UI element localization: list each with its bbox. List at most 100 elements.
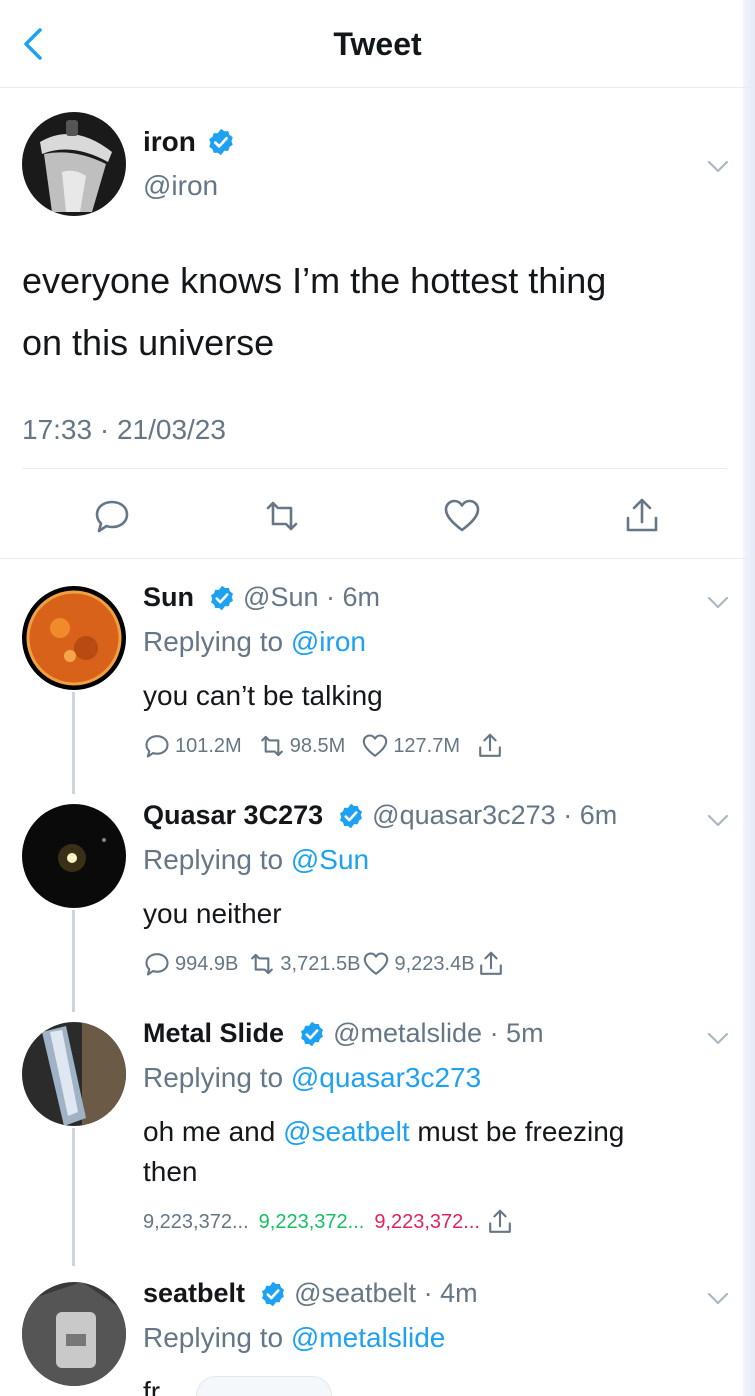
sun-avatar-icon: [22, 586, 126, 690]
home-indicator-pill: [196, 1376, 332, 1396]
replying-to: Replying to @Sun: [143, 844, 369, 876]
retweet-count[interactable]: 3,721.5B: [248, 950, 360, 978]
tweet-time: · 5m: [489, 1018, 544, 1048]
reply-icon: [145, 953, 169, 976]
share-icon[interactable]: [622, 496, 662, 536]
avatar[interactable]: [22, 1282, 126, 1386]
replying-to-link[interactable]: @iron: [291, 626, 366, 657]
reply-count-value: 994.9B: [175, 952, 239, 975]
seatbelt-avatar-icon: [22, 1282, 126, 1386]
tweet-time: · 6m: [326, 582, 380, 612]
reply-header: Quasar 3C273 @quasar3c273 · 6m: [143, 800, 617, 831]
retweet-icon[interactable]: [262, 496, 302, 536]
like-count[interactable]: 127.7M: [361, 732, 460, 760]
metal-slide-avatar-icon: [22, 1022, 126, 1126]
replying-to-link[interactable]: @metalslide: [291, 1322, 445, 1353]
reply-header: Metal Slide @metalslide · 5m: [143, 1018, 544, 1049]
retweet-icon: [251, 953, 274, 975]
reply-tweet: Sun @Sun · 6m Replying to @iron you can’…: [0, 582, 755, 788]
reply-header: seatbelt @seatbelt · 4m: [143, 1278, 478, 1309]
retweet-count-value: 98.5M: [289, 734, 346, 757]
user-handle[interactable]: @seatbelt: [294, 1278, 416, 1308]
retweet-count[interactable]: 98.5M: [258, 732, 346, 760]
replying-to: Replying to @metalslide: [143, 1322, 445, 1354]
iron-avatar-icon: [22, 112, 126, 216]
chevron-down-icon[interactable]: [704, 152, 732, 180]
tweet-time: · 4m: [423, 1278, 478, 1308]
tweet-text-line: on this universe: [22, 322, 275, 363]
like-icon: [364, 952, 389, 975]
mention-link[interactable]: @seatbelt: [283, 1116, 410, 1147]
avatar[interactable]: [22, 804, 126, 908]
verified-badge-icon: [210, 585, 233, 611]
like-icon[interactable]: [442, 496, 482, 536]
reply-metrics: 101.2M 98.5M 127.7M: [143, 732, 504, 760]
reply-header: Sun @Sun · 6m: [143, 582, 380, 613]
verified-badge-icon: [209, 128, 234, 156]
verified-badge-icon: [261, 1281, 284, 1307]
reply-text-part: oh me and: [143, 1116, 276, 1147]
reply-count[interactable]: 994.9B: [143, 950, 238, 978]
share-icon[interactable]: [476, 732, 504, 760]
like-count-value: 9,223.4B: [394, 952, 475, 975]
replying-to-link[interactable]: @Sun: [291, 844, 369, 875]
user-handle[interactable]: @quasar3c273: [372, 800, 556, 830]
user-name[interactable]: seatbelt: [143, 1278, 245, 1308]
reply-text-part: must be freezing: [417, 1116, 625, 1147]
like-count-value: 127.7M: [393, 734, 461, 757]
reply-count[interactable]: 101.2M: [143, 732, 242, 760]
user-handle[interactable]: @iron: [143, 170, 218, 202]
chevron-down-icon[interactable]: [704, 806, 732, 834]
user-name[interactable]: iron: [143, 126, 196, 157]
top-bar: Tweet: [0, 0, 755, 88]
chevron-down-icon[interactable]: [704, 1024, 732, 1052]
chevron-down-icon[interactable]: [704, 1284, 732, 1312]
reply-text: you can’t be talking: [143, 680, 383, 711]
user-name[interactable]: Quasar 3C273: [143, 800, 323, 830]
reply-tweet: seatbelt @seatbelt · 4m Replying to @met…: [0, 1278, 755, 1396]
retweet-count-value: 3,721.5B: [280, 952, 361, 975]
user-name[interactable]: Metal Slide: [143, 1018, 284, 1048]
reply-text: you neither: [143, 898, 282, 929]
user-name-row: iron: [143, 126, 236, 158]
replying-prefix: Replying to: [143, 626, 284, 657]
replying-prefix: Replying to: [143, 1322, 284, 1353]
reply-count-value: 101.2M: [175, 734, 242, 757]
verified-badge-icon: [300, 1021, 323, 1047]
reply-count-value[interactable]: 9,223,372...: [143, 1211, 249, 1234]
like-icon: [363, 734, 388, 757]
avatar[interactable]: [22, 112, 126, 216]
main-tweet: iron @iron everyone knows I’m the hottes…: [0, 88, 755, 560]
avatar[interactable]: [22, 586, 126, 690]
tweet-time: · 6m: [563, 800, 618, 830]
like-count-value[interactable]: 9,223,372...: [374, 1211, 480, 1234]
tweet-text: everyone knows I’m the hottest thing on …: [22, 250, 722, 374]
retweet-count-value[interactable]: 9,223,372...: [259, 1211, 365, 1234]
reply-text-part: then: [143, 1156, 198, 1187]
share-icon[interactable]: [486, 1208, 514, 1236]
reply-icon[interactable]: [92, 496, 132, 536]
user-handle[interactable]: @Sun: [243, 582, 318, 612]
divider: [22, 468, 727, 469]
reply-icon: [145, 735, 169, 758]
user-name[interactable]: Sun: [143, 582, 194, 612]
share-icon[interactable]: [477, 950, 505, 978]
verified-badge-icon: [339, 803, 362, 829]
replying-prefix: Replying to: [143, 1062, 284, 1093]
reply-metrics: 9,223,372... 9,223,372... 9,223,372...: [143, 1208, 514, 1236]
avatar[interactable]: [22, 1022, 126, 1126]
replying-to: Replying to @iron: [143, 626, 366, 658]
like-count[interactable]: 9,223.4B: [362, 950, 475, 978]
reply-tweet: Metal Slide @metalslide · 5m Replying to…: [0, 1018, 755, 1268]
reply-metrics: 994.9B 3,721.5B 9,223.4B: [143, 950, 505, 978]
replying-to-link[interactable]: @quasar3c273: [291, 1062, 481, 1093]
chevron-down-icon[interactable]: [704, 588, 732, 616]
page-title: Tweet: [333, 26, 422, 62]
divider: [0, 558, 755, 559]
quasar-avatar-icon: [22, 804, 126, 908]
user-handle[interactable]: @metalslide: [333, 1018, 482, 1048]
tweet-text-line: everyone knows I’m the hottest thing: [22, 260, 607, 301]
replying-to: Replying to @quasar3c273: [143, 1062, 481, 1094]
retweet-icon: [260, 735, 283, 757]
reply-text: oh me and @seatbelt must be freezing the…: [143, 1112, 713, 1192]
